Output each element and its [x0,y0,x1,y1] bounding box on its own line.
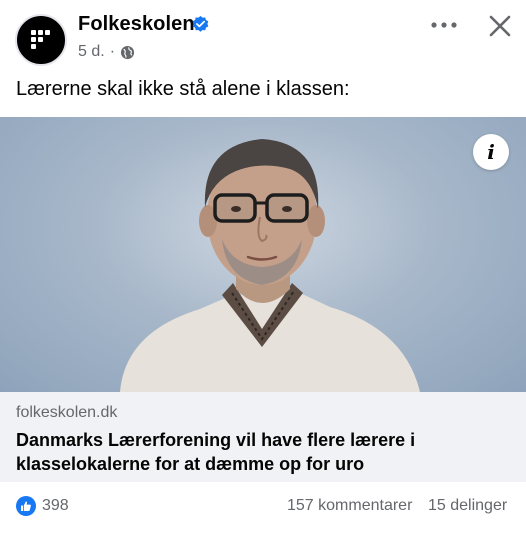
like-reaction-badge[interactable] [16,496,36,516]
meta-separator: · [109,43,116,60]
page-avatar[interactable] [15,14,67,66]
link-domain: folkeskolen.dk [16,404,118,421]
close-icon [489,15,511,37]
post-text: Lærerne skal ikke stå alene i klassen: [16,78,350,100]
more-options-icon [431,22,457,28]
share-count[interactable]: 15 delinger [428,497,507,515]
close-button[interactable] [484,10,516,42]
portrait-photo [120,139,420,392]
thumbs-up-icon [21,501,31,511]
post-age[interactable]: 5 d. [78,43,105,61]
post-header: Folkeskolen 5 d. · [0,0,526,70]
verified-badge-icon [192,15,209,32]
like-count[interactable]: 398 [42,497,69,515]
info-icon: i [487,140,495,164]
more-options-button[interactable] [428,12,460,38]
link-preview-image[interactable]: i [0,117,526,392]
page-name[interactable]: Folkeskolen [78,13,195,36]
link-title[interactable]: Danmarks Lærerforening vil have flere læ… [16,428,456,476]
reactions-bar: 398 157 kommentarer 15 delinger [0,488,526,524]
folkeskolen-logo-icon [31,30,50,49]
globe-icon [120,45,135,59]
link-preview-card[interactable]: folkeskolen.dk Danmarks Lærerforening vi… [0,392,526,482]
info-button[interactable]: i [473,134,509,170]
comment-count[interactable]: 157 kommentarer [287,497,412,515]
post-meta: 5 d. · [78,43,135,61]
